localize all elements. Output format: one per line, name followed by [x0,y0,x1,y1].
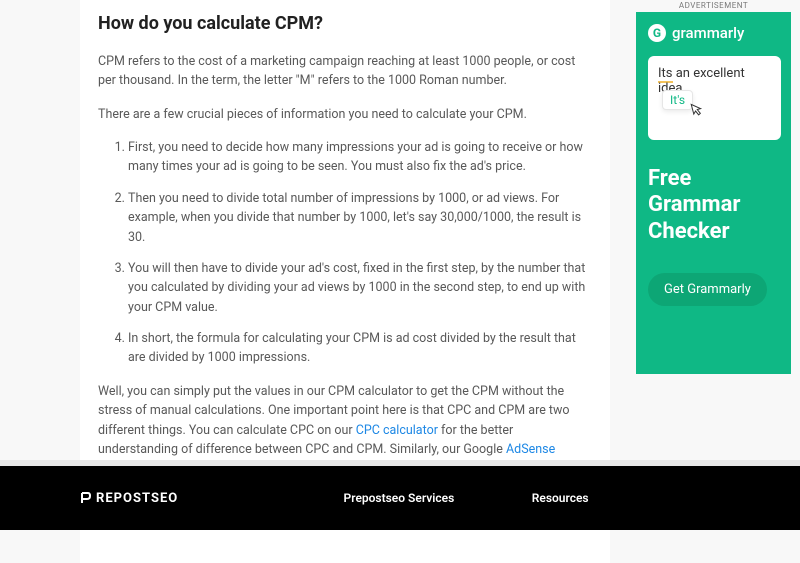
footer-heading-services: Prepostseo Services [344,491,532,505]
get-grammarly-button[interactable]: Get Grammarly [648,273,767,306]
article-heading: How do you calculate CPM? [98,10,592,38]
steps-list: First, you need to decide how many impre… [98,138,592,368]
article-paragraph: There are a few crucial pieces of inform… [98,105,592,124]
ad-brand: G grammarly [648,24,781,42]
cpc-calculator-link[interactable]: CPC calculator [356,423,438,438]
cursor-icon [690,101,705,120]
site-footer: REPOSTSEO Prepostseo Services Resources [0,460,800,530]
ad-correction-tooltip: It's [662,90,693,110]
ad-sample-text: Its an excellent idea. It's [648,56,781,140]
list-item: First, you need to decide how many impre… [128,138,592,177]
grammarly-logo-icon: G [648,24,666,42]
logo-mark-icon [80,491,92,505]
footer-logo[interactable]: REPOSTSEO [80,491,344,506]
article-paragraph: CPM refers to the cost of a marketing ca… [98,52,592,91]
grammarly-ad[interactable]: G grammarly Its an excellent idea. It's … [636,12,791,374]
list-item: Then you need to divide total number of … [128,189,592,247]
ad-brand-name: grammarly [672,24,744,42]
footer-heading-resources: Resources [532,491,720,505]
list-item: You will then have to divide your ad's c… [128,259,592,317]
list-item: In short, the formula for calculating yo… [128,329,592,368]
ad-headline: Free Grammar Checker [648,166,781,245]
advertisement-label: ADVERTISEMENT [636,1,791,10]
